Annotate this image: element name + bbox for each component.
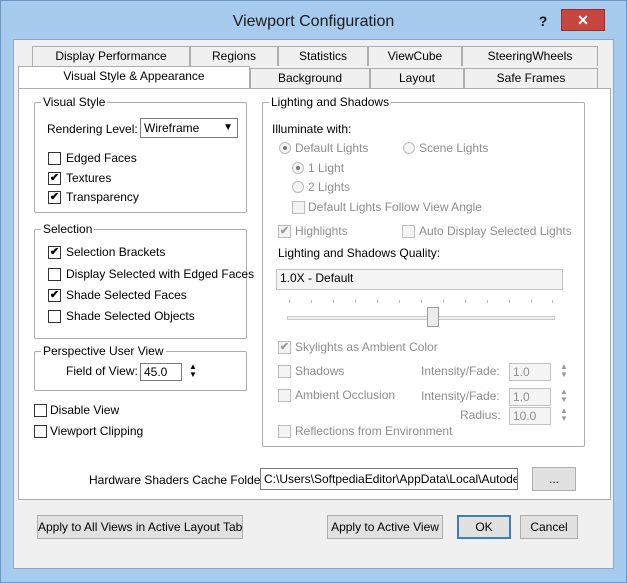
highlights-label: Highlights — [295, 224, 348, 238]
chevron-down-icon: ▼ — [223, 122, 233, 133]
disable-view-checkbox[interactable] — [34, 404, 47, 417]
disable-view-label: Disable View — [50, 403, 120, 417]
one-light-label: 1 Light — [308, 161, 345, 175]
rendering-level-value: Wireframe — [144, 121, 200, 135]
ao-intensity-input[interactable]: 1.0 — [509, 388, 551, 406]
cancel-button[interactable]: Cancel — [520, 515, 578, 539]
edged-faces-checkbox[interactable] — [48, 152, 61, 165]
quality-slider-ticks — [289, 300, 553, 303]
selection-group-title: Selection — [41, 222, 95, 236]
title-bar[interactable]: Viewport Configuration ? ✕ — [1, 1, 626, 39]
shadows-intensity-spinner[interactable]: ▲ ▼ — [558, 363, 570, 381]
two-lights-label: 2 Lights — [308, 180, 351, 194]
ambient-occlusion-checkbox[interactable] — [278, 389, 291, 402]
shade-selected-objects-label: Shade Selected Objects — [66, 309, 195, 323]
apply-active-view-button[interactable]: Apply to Active View — [327, 515, 443, 539]
lighting-group-title: Lighting and Shadows — [269, 95, 392, 109]
shadows-intensity-label: Intensity/Fade: — [421, 364, 500, 378]
shadows-checkbox[interactable] — [278, 365, 291, 378]
reflections-checkbox[interactable] — [278, 425, 291, 438]
skylights-checkbox[interactable]: ✔ — [278, 341, 291, 354]
illuminate-with-label: Illuminate with: — [272, 122, 352, 136]
radius-spinner[interactable]: ▲ ▼ — [558, 407, 570, 425]
shade-selected-objects-checkbox[interactable] — [48, 310, 61, 323]
help-button[interactable]: ? — [533, 11, 553, 31]
shadows-intensity-input[interactable]: 1.0 — [509, 363, 551, 381]
tab-safe-frames[interactable]: Safe Frames — [464, 68, 598, 88]
transparency-checkbox[interactable]: ✔ — [48, 191, 61, 204]
perspective-group-title: Perspective User View — [41, 344, 166, 358]
viewport-configuration-window: Viewport Configuration ? ✕ Display Perfo… — [0, 0, 627, 583]
viewport-clipping-checkbox[interactable] — [34, 425, 47, 438]
shade-selected-faces-checkbox[interactable]: ✔ — [48, 289, 61, 302]
browse-button[interactable]: ... — [532, 467, 576, 491]
tab-viewcube[interactable]: ViewCube — [368, 46, 462, 66]
close-button[interactable]: ✕ — [561, 9, 605, 31]
textures-label: Textures — [66, 171, 112, 185]
skylights-label: Skylights as Ambient Color — [295, 340, 438, 354]
rendering-level-select[interactable]: Wireframe ▼ — [140, 118, 238, 138]
ambient-occlusion-label: Ambient Occlusion — [295, 388, 396, 402]
radius-input[interactable]: 10.0 — [509, 407, 551, 425]
tab-steeringwheels[interactable]: SteeringWheels — [462, 46, 598, 66]
viewport-clipping-label: Viewport Clipping — [50, 424, 144, 438]
radius-label: Radius: — [460, 408, 501, 422]
default-lights-radio[interactable] — [279, 142, 291, 154]
auto-display-lights-label: Auto Display Selected Lights — [419, 224, 572, 238]
field-of-view-label: Field of View: — [66, 364, 138, 378]
tab-layout[interactable]: Layout — [370, 68, 464, 88]
selection-brackets-label: Selection Brackets — [66, 245, 166, 259]
transparency-label: Transparency — [66, 190, 139, 204]
tab-regions[interactable]: Regions — [190, 46, 278, 66]
ao-intensity-spinner[interactable]: ▲ ▼ — [558, 388, 570, 406]
default-lights-label: Default Lights — [295, 141, 369, 155]
tab-display-performance[interactable]: Display Performance — [32, 46, 190, 66]
follow-view-angle-label: Default Lights Follow View Angle — [308, 200, 482, 214]
reflections-label: Reflections from Environment — [295, 424, 453, 438]
highlights-checkbox[interactable]: ✔ — [278, 225, 291, 238]
quality-label: Lighting and Shadows Quality: — [278, 246, 441, 260]
edged-faces-label: Edged Faces — [66, 151, 137, 165]
shade-selected-faces-label: Shade Selected Faces — [66, 288, 187, 302]
display-selected-edged-label: Display Selected with Edged Faces — [66, 267, 255, 281]
apply-all-views-button[interactable]: Apply to All Views in Active Layout Tab — [37, 515, 243, 539]
tab-visual-style-appearance[interactable]: Visual Style & Appearance — [18, 66, 250, 88]
auto-display-lights-checkbox[interactable] — [402, 225, 415, 238]
quality-slider-thumb[interactable] — [427, 307, 439, 327]
tab-statistics[interactable]: Statistics — [278, 46, 368, 66]
tab-background[interactable]: Background — [250, 68, 370, 88]
textures-checkbox[interactable]: ✔ — [48, 172, 61, 185]
cache-folder-label: Hardware Shaders Cache Folder: — [89, 473, 268, 487]
field-of-view-spinner[interactable]: ▲ ▼ — [187, 363, 199, 381]
one-light-radio[interactable] — [292, 162, 304, 174]
quality-slider-track[interactable] — [287, 316, 555, 320]
display-selected-edged-checkbox[interactable] — [48, 268, 61, 281]
quality-display: 1.0X - Default — [276, 269, 563, 290]
scene-lights-label: Scene Lights — [419, 141, 489, 155]
ao-intensity-label: Intensity/Fade: — [421, 389, 500, 403]
visual-style-group-title: Visual Style — [41, 95, 108, 109]
two-lights-radio[interactable] — [292, 181, 304, 193]
ok-button[interactable]: OK — [457, 515, 511, 539]
follow-view-angle-checkbox[interactable] — [292, 201, 305, 214]
selection-brackets-checkbox[interactable]: ✔ — [48, 246, 61, 259]
rendering-level-label: Rendering Level: — [47, 122, 138, 136]
shadows-label: Shadows — [295, 364, 345, 378]
cache-folder-input[interactable]: C:\Users\SoftpediaEditor\AppData\Local\A… — [260, 468, 518, 490]
scene-lights-radio[interactable] — [403, 142, 415, 154]
field-of-view-input[interactable]: 45.0 — [140, 363, 182, 381]
